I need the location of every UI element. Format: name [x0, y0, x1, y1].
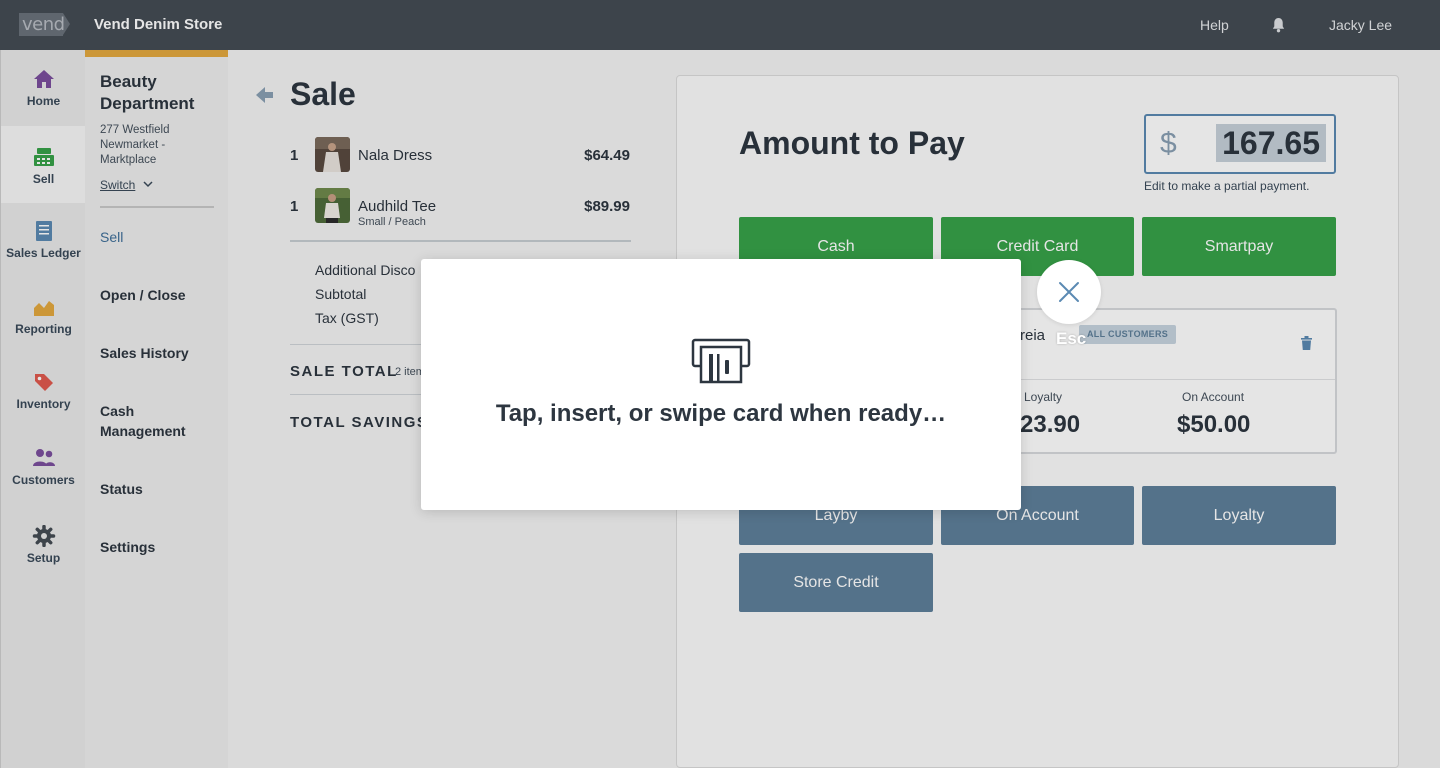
card-reader-icon [691, 338, 751, 384]
card-payment-modal [421, 259, 1021, 510]
close-icon [1059, 282, 1079, 302]
close-modal-button[interactable] [1037, 260, 1101, 324]
card-prompt-message: Tap, insert, or swipe card when ready… [495, 400, 947, 427]
esc-hint: Esc [1056, 329, 1087, 348]
